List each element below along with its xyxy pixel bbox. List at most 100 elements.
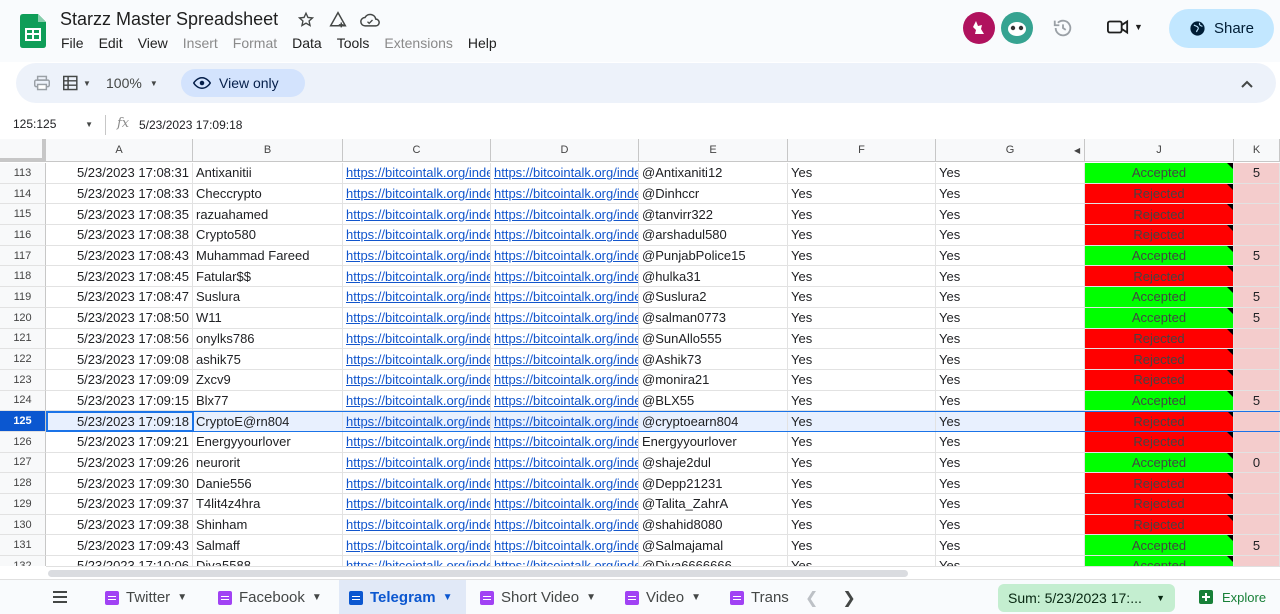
cell-score[interactable] xyxy=(1234,494,1280,515)
cell-status[interactable]: Rejected xyxy=(1085,225,1234,246)
cell-username[interactable]: CryptoE@rn804 xyxy=(193,411,343,432)
cell-username[interactable]: Shinham xyxy=(193,514,343,536)
column-header-k[interactable]: K xyxy=(1234,139,1280,162)
cell-post-link[interactable]: https://bitcointalk.org/index xyxy=(491,287,639,308)
cell-telegram-handle[interactable]: @SunAllo555 xyxy=(639,328,788,350)
cell-status[interactable]: Rejected xyxy=(1085,204,1234,226)
explore-button[interactable]: Explore xyxy=(1198,589,1266,605)
cell-score[interactable] xyxy=(1234,556,1280,566)
cell-username[interactable]: onylks786 xyxy=(193,328,343,350)
cell-username[interactable]: Muhammad Fareed xyxy=(193,245,343,267)
cell-status[interactable]: Accepted xyxy=(1085,163,1234,184)
cell-profile-link[interactable]: https://bitcointalk.org/index xyxy=(343,514,491,536)
cell-post-link[interactable]: https://bitcointalk.org/index xyxy=(491,473,639,494)
cell-post-link[interactable]: https://bitcointalk.org/index xyxy=(491,431,639,453)
chevron-down-icon[interactable]: ▼ xyxy=(443,592,453,603)
cell-telegram-handle[interactable]: @arshadul580 xyxy=(639,225,788,246)
spreadsheet-grid[interactable]: A B C D E F G ◀ ▶ J K 1135/23/2023 17:08… xyxy=(0,139,1280,566)
cell-yes-g[interactable]: Yes xyxy=(936,411,1085,432)
cell-timestamp[interactable]: 5/23/2023 17:08:38 xyxy=(46,225,193,246)
zoom-select[interactable]: 100% ▼ xyxy=(106,75,158,91)
row-header[interactable]: 128 xyxy=(0,473,46,494)
cell-timestamp[interactable]: 5/23/2023 17:09:38 xyxy=(46,514,193,536)
cell-post-link[interactable]: https://bitcointalk.org/index xyxy=(491,494,639,515)
cell-score[interactable] xyxy=(1234,204,1280,226)
cell-yes-g[interactable]: Yes xyxy=(936,556,1085,566)
cell-yes-f[interactable]: Yes xyxy=(788,349,936,370)
cell-yes-f[interactable]: Yes xyxy=(788,204,936,226)
cell-timestamp[interactable]: 5/23/2023 17:09:30 xyxy=(46,473,193,494)
collapse-toolbar-icon[interactable] xyxy=(1240,76,1254,94)
cell-yes-f[interactable]: Yes xyxy=(788,473,936,494)
cell-profile-link[interactable]: https://bitcointalk.org/index xyxy=(343,287,491,308)
cell-telegram-handle[interactable]: @cryptoearn804 xyxy=(639,411,788,432)
menu-view[interactable]: View xyxy=(138,35,168,51)
cell-score[interactable] xyxy=(1234,266,1280,288)
cell-yes-g[interactable]: Yes xyxy=(936,535,1085,557)
cell-username[interactable]: Energyyourlover xyxy=(193,431,343,453)
cell-telegram-handle[interactable]: @Diva6666666 xyxy=(639,556,788,566)
menu-help[interactable]: Help xyxy=(468,35,497,51)
cell-status[interactable]: Rejected xyxy=(1085,183,1234,205)
tab-short-video[interactable]: Short Video ▼ xyxy=(470,580,615,614)
column-header-b[interactable]: B xyxy=(193,139,343,162)
view-only-button[interactable]: View only xyxy=(181,69,305,97)
cell-profile-link[interactable]: https://bitcointalk.org/index xyxy=(343,473,491,494)
cell-status[interactable]: Accepted xyxy=(1085,307,1234,329)
cell-profile-link[interactable]: https://bitcointalk.org/index xyxy=(343,349,491,370)
tab-video[interactable]: Video ▼ xyxy=(615,580,720,614)
cell-timestamp[interactable]: 5/23/2023 17:09:15 xyxy=(46,390,193,412)
cell-score[interactable]: 5 xyxy=(1234,307,1280,329)
cell-post-link[interactable]: https://bitcointalk.org/index xyxy=(491,349,639,370)
cell-score[interactable] xyxy=(1234,369,1280,391)
menu-extensions[interactable]: Extensions xyxy=(384,35,452,51)
cell-yes-g[interactable]: Yes xyxy=(936,245,1085,267)
all-sheets-menu-icon[interactable] xyxy=(52,590,68,609)
version-history-icon[interactable] xyxy=(1052,17,1074,44)
column-header-f[interactable]: F xyxy=(788,139,936,162)
cell-yes-g[interactable]: Yes xyxy=(936,328,1085,350)
cell-profile-link[interactable]: https://bitcointalk.org/index xyxy=(343,556,491,566)
cell-yes-g[interactable]: Yes xyxy=(936,225,1085,246)
chevron-down-icon[interactable]: ▼ xyxy=(586,592,596,603)
star-icon[interactable] xyxy=(296,10,316,30)
chevron-down-icon[interactable]: ▼ xyxy=(312,592,322,603)
cell-yes-f[interactable]: Yes xyxy=(788,183,936,205)
cell-post-link[interactable]: https://bitcointalk.org/index xyxy=(491,245,639,267)
cell-score[interactable] xyxy=(1234,328,1280,350)
menu-insert[interactable]: Insert xyxy=(183,35,218,51)
cell-username[interactable]: razuahamed xyxy=(193,204,343,226)
cell-post-link[interactable]: https://bitcointalk.org/index xyxy=(491,307,639,329)
cell-yes-g[interactable]: Yes xyxy=(936,287,1085,308)
menu-edit[interactable]: Edit xyxy=(99,35,123,51)
cell-telegram-handle[interactable]: @Talita_ZahrA xyxy=(639,494,788,515)
sheets-logo-icon[interactable] xyxy=(20,14,46,48)
cell-profile-link[interactable]: https://bitcointalk.org/index xyxy=(343,266,491,288)
cell-score[interactable] xyxy=(1234,473,1280,494)
cell-profile-link[interactable]: https://bitcointalk.org/index xyxy=(343,225,491,246)
cell-yes-g[interactable]: Yes xyxy=(936,163,1085,184)
cell-timestamp[interactable]: 5/23/2023 17:08:50 xyxy=(46,307,193,329)
cell-yes-f[interactable]: Yes xyxy=(788,556,936,566)
cell-timestamp[interactable]: 5/23/2023 17:08:35 xyxy=(46,204,193,226)
cell-timestamp[interactable]: 5/23/2023 17:08:31 xyxy=(46,163,193,184)
cell-yes-f[interactable]: Yes xyxy=(788,411,936,432)
cell-profile-link[interactable]: https://bitcointalk.org/index xyxy=(343,245,491,267)
document-title[interactable]: Starzz Master Spreadsheet xyxy=(60,9,278,30)
cell-post-link[interactable]: https://bitcointalk.org/index xyxy=(491,514,639,536)
cell-username[interactable]: Blx77 xyxy=(193,390,343,412)
cell-score[interactable] xyxy=(1234,183,1280,205)
column-header-c[interactable]: C xyxy=(343,139,491,162)
cell-status[interactable]: Rejected xyxy=(1085,328,1234,350)
cell-telegram-handle[interactable]: @shahid8080 xyxy=(639,514,788,536)
cell-timestamp[interactable]: 5/23/2023 17:09:08 xyxy=(46,349,193,370)
row-header[interactable]: 122 xyxy=(0,349,46,370)
cell-timestamp[interactable]: 5/23/2023 17:09:09 xyxy=(46,369,193,391)
cell-status[interactable]: Accepted xyxy=(1085,556,1234,566)
chevron-down-icon[interactable]: ▼ xyxy=(691,592,701,603)
cell-status[interactable]: Rejected xyxy=(1085,514,1234,536)
row-header[interactable]: 129 xyxy=(0,494,46,515)
row-header[interactable]: 121 xyxy=(0,328,46,350)
cell-post-link[interactable]: https://bitcointalk.org/index xyxy=(491,328,639,350)
cell-yes-g[interactable]: Yes xyxy=(936,431,1085,453)
